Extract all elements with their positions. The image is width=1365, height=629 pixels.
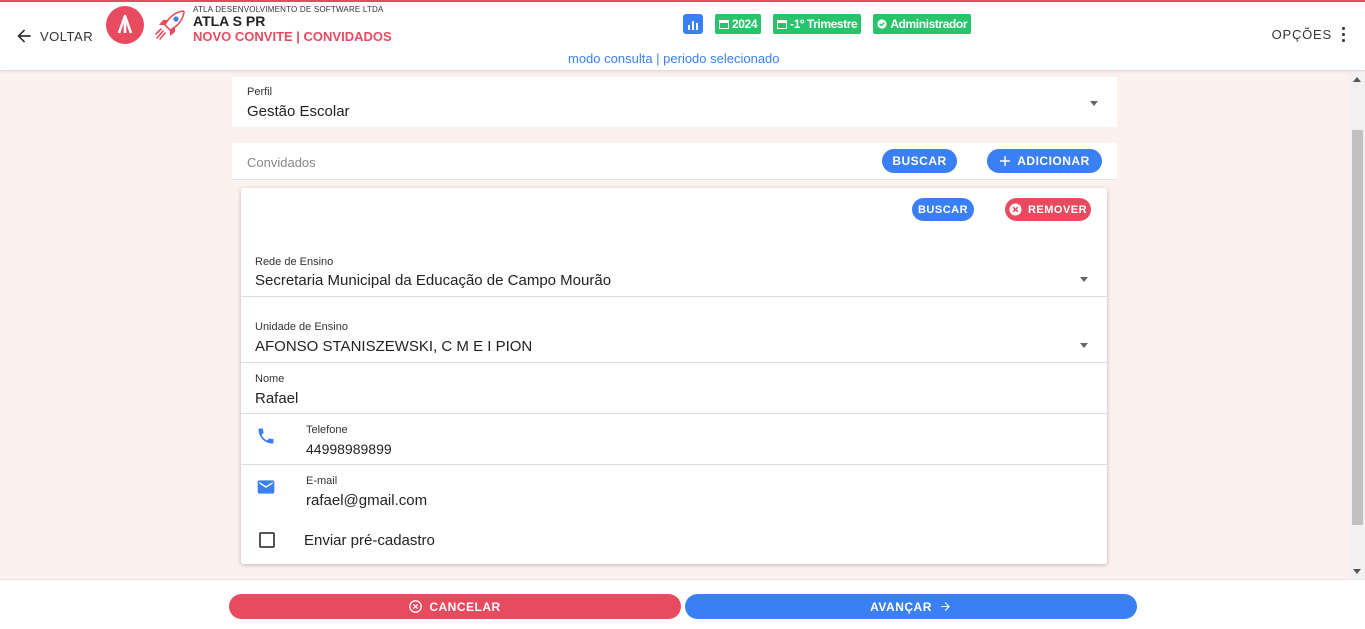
unidade-ensino-label: Unidade de Ensino xyxy=(255,321,348,333)
add-invitee-button[interactable]: ADICIONAR xyxy=(987,149,1102,173)
close-circle-icon xyxy=(1009,203,1022,216)
next-label: AVANÇAR xyxy=(870,599,932,614)
mail-icon xyxy=(257,480,275,494)
options-menu-button[interactable]: OPÇÕES xyxy=(1272,27,1345,42)
nome-value: Rafael xyxy=(255,390,299,407)
rede-ensino-value: Secretaria Municipal da Educação de Camp… xyxy=(255,272,612,289)
rocket-icon xyxy=(155,10,185,40)
card-search-button[interactable]: BUSCAR xyxy=(912,198,974,221)
check-circle-icon xyxy=(877,19,887,29)
calendar-icon xyxy=(777,20,788,29)
calendar-icon xyxy=(719,20,729,29)
back-label: VOLTAR xyxy=(40,28,94,44)
plus-icon xyxy=(1000,156,1011,166)
nome-field[interactable]: Nome Rafael xyxy=(241,363,1107,414)
add-invitee-label: ADICIONAR xyxy=(1017,154,1090,168)
role-badge[interactable]: Administrador xyxy=(873,14,972,34)
convidados-label: Convidados xyxy=(247,155,316,170)
chevron-down-icon xyxy=(1080,343,1088,348)
role-label: Administrador xyxy=(890,17,968,31)
year-badge[interactable]: 2024 xyxy=(715,14,762,34)
action-footer: CANCELAR AVANÇAR xyxy=(0,579,1365,629)
scrollbar-thumb[interactable] xyxy=(1352,130,1363,525)
options-label: OPÇÕES xyxy=(1271,27,1332,42)
scroll-up-arrow-icon[interactable] xyxy=(1353,77,1361,82)
phone-icon xyxy=(258,428,274,444)
next-button[interactable]: AVANÇAR xyxy=(685,594,1137,619)
rede-ensino-select[interactable]: Rede de Ensino Secretaria Municipal da E… xyxy=(241,250,1107,297)
logo-mark-icon xyxy=(117,14,133,34)
period-label: -1º Trimestre xyxy=(790,17,858,31)
email-label: E-mail xyxy=(306,475,338,487)
unidade-ensino-select[interactable]: Unidade de Ensino AFONSO STANISZEWSKI, C… xyxy=(241,297,1107,363)
email-value: rafael@gmail.com xyxy=(306,492,428,509)
nome-label: Nome xyxy=(255,373,285,385)
telefone-field[interactable]: Telefone 44998989899 xyxy=(241,414,1107,465)
perfil-value: Gestão Escolar xyxy=(247,103,350,120)
year-label: 2024 xyxy=(732,17,758,31)
close-circle-icon xyxy=(409,600,423,613)
cancel-button[interactable]: CANCELAR xyxy=(229,594,681,619)
chevron-down-icon xyxy=(1090,101,1098,106)
scroll-down-arrow-icon[interactable] xyxy=(1353,569,1361,574)
invitee-card: BUSCAR REMOVER Rede de Ensino Secretaria… xyxy=(241,188,1107,564)
telefone-value: 44998989899 xyxy=(306,441,392,457)
email-field[interactable]: E-mail rafael@gmail.com xyxy=(241,465,1107,517)
telefone-label: Telefone xyxy=(306,424,348,436)
cancel-label: CANCELAR xyxy=(429,599,501,614)
arrow-left-icon xyxy=(17,29,31,43)
convidados-toolbar: Convidados BUSCAR ADICIONAR xyxy=(232,143,1117,180)
remove-invitee-button[interactable]: REMOVER xyxy=(1005,198,1091,221)
mode-indicator[interactable]: modo consulta | periodo selecionado xyxy=(568,51,780,66)
dashboard-chart-icon[interactable] xyxy=(683,14,703,34)
context-badges: 2024 -1º Trimestre Administrador xyxy=(683,14,972,34)
back-button[interactable]: VOLTAR xyxy=(14,26,93,46)
perfil-label: Perfil xyxy=(247,86,273,98)
page-title: NOVO CONVITE | CONVIDADOS xyxy=(193,29,392,44)
card-search-label: BUSCAR xyxy=(917,203,969,216)
rede-ensino-label: Rede de Ensino xyxy=(255,256,334,268)
remove-invitee-label: REMOVER xyxy=(1027,203,1088,216)
unidade-ensino-value: AFONSO STANISZEWSKI, C M E I PION xyxy=(255,338,533,355)
chevron-down-icon xyxy=(1080,277,1088,282)
perfil-select[interactable]: Perfil Gestão Escolar xyxy=(232,77,1117,127)
period-badge[interactable]: -1º Trimestre xyxy=(773,14,862,34)
more-vertical-icon xyxy=(1342,27,1345,42)
pre-cadastro-checkbox[interactable] xyxy=(259,532,275,548)
app-logo xyxy=(106,6,144,44)
entity-name: ATLA S PR xyxy=(193,13,266,29)
search-invitees-button[interactable]: BUSCAR xyxy=(882,149,957,173)
arrow-right-icon xyxy=(941,602,950,611)
app-header: VOLTAR ATLA DESENVOLVIMENTO DE SOFTWARE … xyxy=(0,2,1365,71)
pre-cadastro-label[interactable]: Enviar pré-cadastro xyxy=(304,532,435,549)
search-invitees-label: BUSCAR xyxy=(892,154,947,168)
